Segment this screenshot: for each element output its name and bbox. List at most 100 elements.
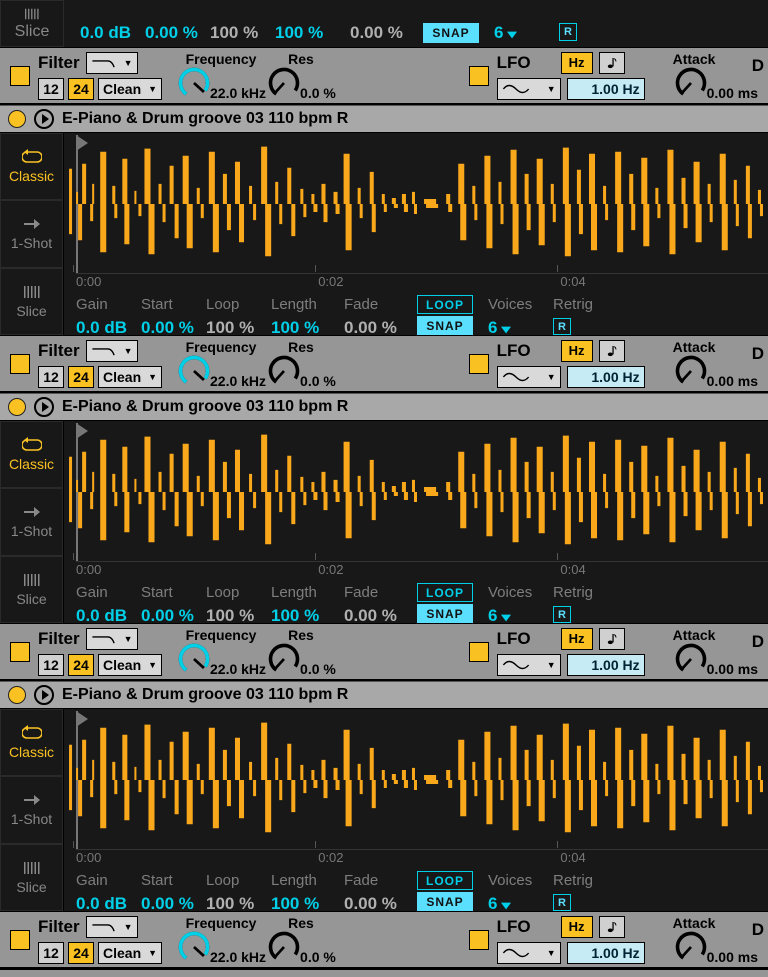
loop-button[interactable]: LOOP <box>417 295 473 314</box>
clip-name[interactable]: E-Piano & Drum groove 03 110 bpm R <box>62 686 348 704</box>
filter-circuit-select[interactable]: Clean▼ <box>98 78 162 100</box>
lfo-rate-input[interactable]: 1.00 Hz <box>567 942 645 964</box>
clip-play-button[interactable] <box>34 397 54 417</box>
lfo-sync-button[interactable] <box>599 340 625 362</box>
attack-knob[interactable] <box>673 641 709 677</box>
frequency-value[interactable]: 22.0 kHz <box>210 949 266 965</box>
lfo-shape-select[interactable]: ▼ <box>497 942 561 964</box>
fade-value[interactable]: 0.00 % <box>344 318 397 335</box>
mode-oneshot-button[interactable]: 1-Shot <box>0 776 63 843</box>
slope-24-button[interactable]: 24 <box>68 654 94 676</box>
start-value[interactable]: 0.00 % <box>141 606 194 623</box>
lfo-enable-button[interactable] <box>469 66 489 86</box>
mode-slice-button[interactable]: Slice <box>0 0 64 47</box>
res-value[interactable]: 0.0 % <box>300 85 336 101</box>
lfo-hz-button[interactable]: Hz <box>561 340 593 362</box>
snap-button[interactable]: SNAP <box>417 892 473 911</box>
res-value[interactable]: 0.0 % <box>300 373 336 389</box>
gain-value[interactable]: 0.0 dB <box>76 606 127 623</box>
voices-value[interactable]: 6▾ <box>488 318 510 335</box>
lfo-hz-button[interactable]: Hz <box>561 628 593 650</box>
timeline-ruler[interactable]: 0:00 0:02 0:04 <box>76 561 768 579</box>
filter-circuit-select[interactable]: Clean▼ <box>98 366 162 388</box>
slope-24-button[interactable]: 24 <box>68 366 94 388</box>
mode-classic-button[interactable]: Classic <box>0 421 63 488</box>
attack-knob[interactable] <box>673 65 709 101</box>
retrig-button[interactable]: R <box>553 318 571 335</box>
res-knob[interactable] <box>266 65 302 101</box>
mode-oneshot-button[interactable]: 1-Shot <box>0 488 63 555</box>
lfo-shape-select[interactable]: ▼ <box>497 366 561 388</box>
filter-circuit-select[interactable]: Clean▼ <box>98 654 162 676</box>
attack-knob[interactable] <box>673 929 709 965</box>
clip-play-button[interactable] <box>34 109 54 129</box>
lfo-shape-select[interactable]: ▼ <box>497 78 561 100</box>
lfo-sync-button[interactable] <box>599 52 625 74</box>
frequency-knob[interactable] <box>176 641 212 677</box>
fade-value[interactable]: 0.00 % <box>344 894 397 911</box>
lfo-enable-button[interactable] <box>469 930 489 950</box>
voices-value[interactable]: 6▾ <box>494 23 516 43</box>
slope-24-button[interactable]: 24 <box>68 942 94 964</box>
attack-value[interactable]: 0.00 ms <box>707 661 758 677</box>
timeline-ruler[interactable]: 0:00 0:02 0:04 <box>76 849 768 867</box>
clip-activator[interactable] <box>8 398 26 416</box>
fade-value[interactable]: 0.00 % <box>344 606 397 623</box>
length-value[interactable]: 100 % <box>271 318 319 335</box>
snap-button[interactable]: SNAP <box>417 604 473 623</box>
frequency-value[interactable]: 22.0 kHz <box>210 85 266 101</box>
clip-activator[interactable] <box>8 110 26 128</box>
waveform-display[interactable]: 0:00 0:02 0:04 Gain0.0 dB Start0.00 % Lo… <box>64 421 768 623</box>
slope-12-button[interactable]: 12 <box>38 942 64 964</box>
timeline-ruler[interactable]: 0:00 0:02 0:04 <box>76 273 768 291</box>
res-knob[interactable] <box>266 641 302 677</box>
slope-12-button[interactable]: 12 <box>38 366 64 388</box>
res-value[interactable]: 0.0 % <box>300 949 336 965</box>
clip-activator[interactable] <box>8 686 26 704</box>
frequency-knob[interactable] <box>176 353 212 389</box>
lfo-rate-input[interactable]: 1.00 Hz <box>567 366 645 388</box>
filter-enable-button[interactable] <box>10 930 30 950</box>
frequency-knob[interactable] <box>176 65 212 101</box>
length-value[interactable]: 100 % <box>275 23 323 43</box>
retrig-button[interactable]: R <box>553 894 571 911</box>
start-value[interactable]: 0.00 % <box>141 318 194 335</box>
loop-button[interactable]: LOOP <box>417 871 473 890</box>
clip-name[interactable]: E-Piano & Drum groove 03 110 bpm R <box>62 110 348 128</box>
lfo-rate-input[interactable]: 1.00 Hz <box>567 654 645 676</box>
mode-classic-button[interactable]: Classic <box>0 133 63 200</box>
mode-oneshot-button[interactable]: 1-Shot <box>0 200 63 267</box>
mode-slice-button[interactable]: Slice <box>0 844 63 911</box>
res-knob[interactable] <box>266 929 302 965</box>
attack-value[interactable]: 0.00 ms <box>707 85 758 101</box>
filter-shape-select[interactable]: ▼ <box>86 628 138 650</box>
lfo-rate-input[interactable]: 1.00 Hz <box>567 78 645 100</box>
retrig-button[interactable]: R <box>559 23 577 41</box>
loop-value[interactable]: 100 % <box>206 894 254 911</box>
filter-shape-select[interactable]: ▼ <box>86 52 138 74</box>
res-knob[interactable] <box>266 353 302 389</box>
frequency-value[interactable]: 22.0 kHz <box>210 373 266 389</box>
lfo-shape-select[interactable]: ▼ <box>497 654 561 676</box>
filter-enable-button[interactable] <box>10 642 30 662</box>
gain-value[interactable]: 0.0 dB <box>76 894 127 911</box>
voices-value[interactable]: 6▾ <box>488 894 510 911</box>
mode-slice-button[interactable]: Slice <box>0 268 63 335</box>
lfo-hz-button[interactable]: Hz <box>561 52 593 74</box>
snap-button[interactable]: SNAP <box>423 23 479 43</box>
filter-circuit-select[interactable]: Clean▼ <box>98 942 162 964</box>
length-value[interactable]: 100 % <box>271 894 319 911</box>
snap-button[interactable]: SNAP <box>417 316 473 335</box>
loop-value[interactable]: 100 % <box>210 23 258 43</box>
frequency-value[interactable]: 22.0 kHz <box>210 661 266 677</box>
fade-value[interactable]: 0.00 % <box>350 23 403 43</box>
clip-name[interactable]: E-Piano & Drum groove 03 110 bpm R <box>62 398 348 416</box>
attack-value[interactable]: 0.00 ms <box>707 949 758 965</box>
voices-value[interactable]: 6▾ <box>488 606 510 623</box>
start-value[interactable]: 0.00 % <box>141 894 194 911</box>
slope-24-button[interactable]: 24 <box>68 78 94 100</box>
lfo-enable-button[interactable] <box>469 354 489 374</box>
mode-slice-button[interactable]: Slice <box>0 556 63 623</box>
frequency-knob[interactable] <box>176 929 212 965</box>
loop-value[interactable]: 100 % <box>206 606 254 623</box>
